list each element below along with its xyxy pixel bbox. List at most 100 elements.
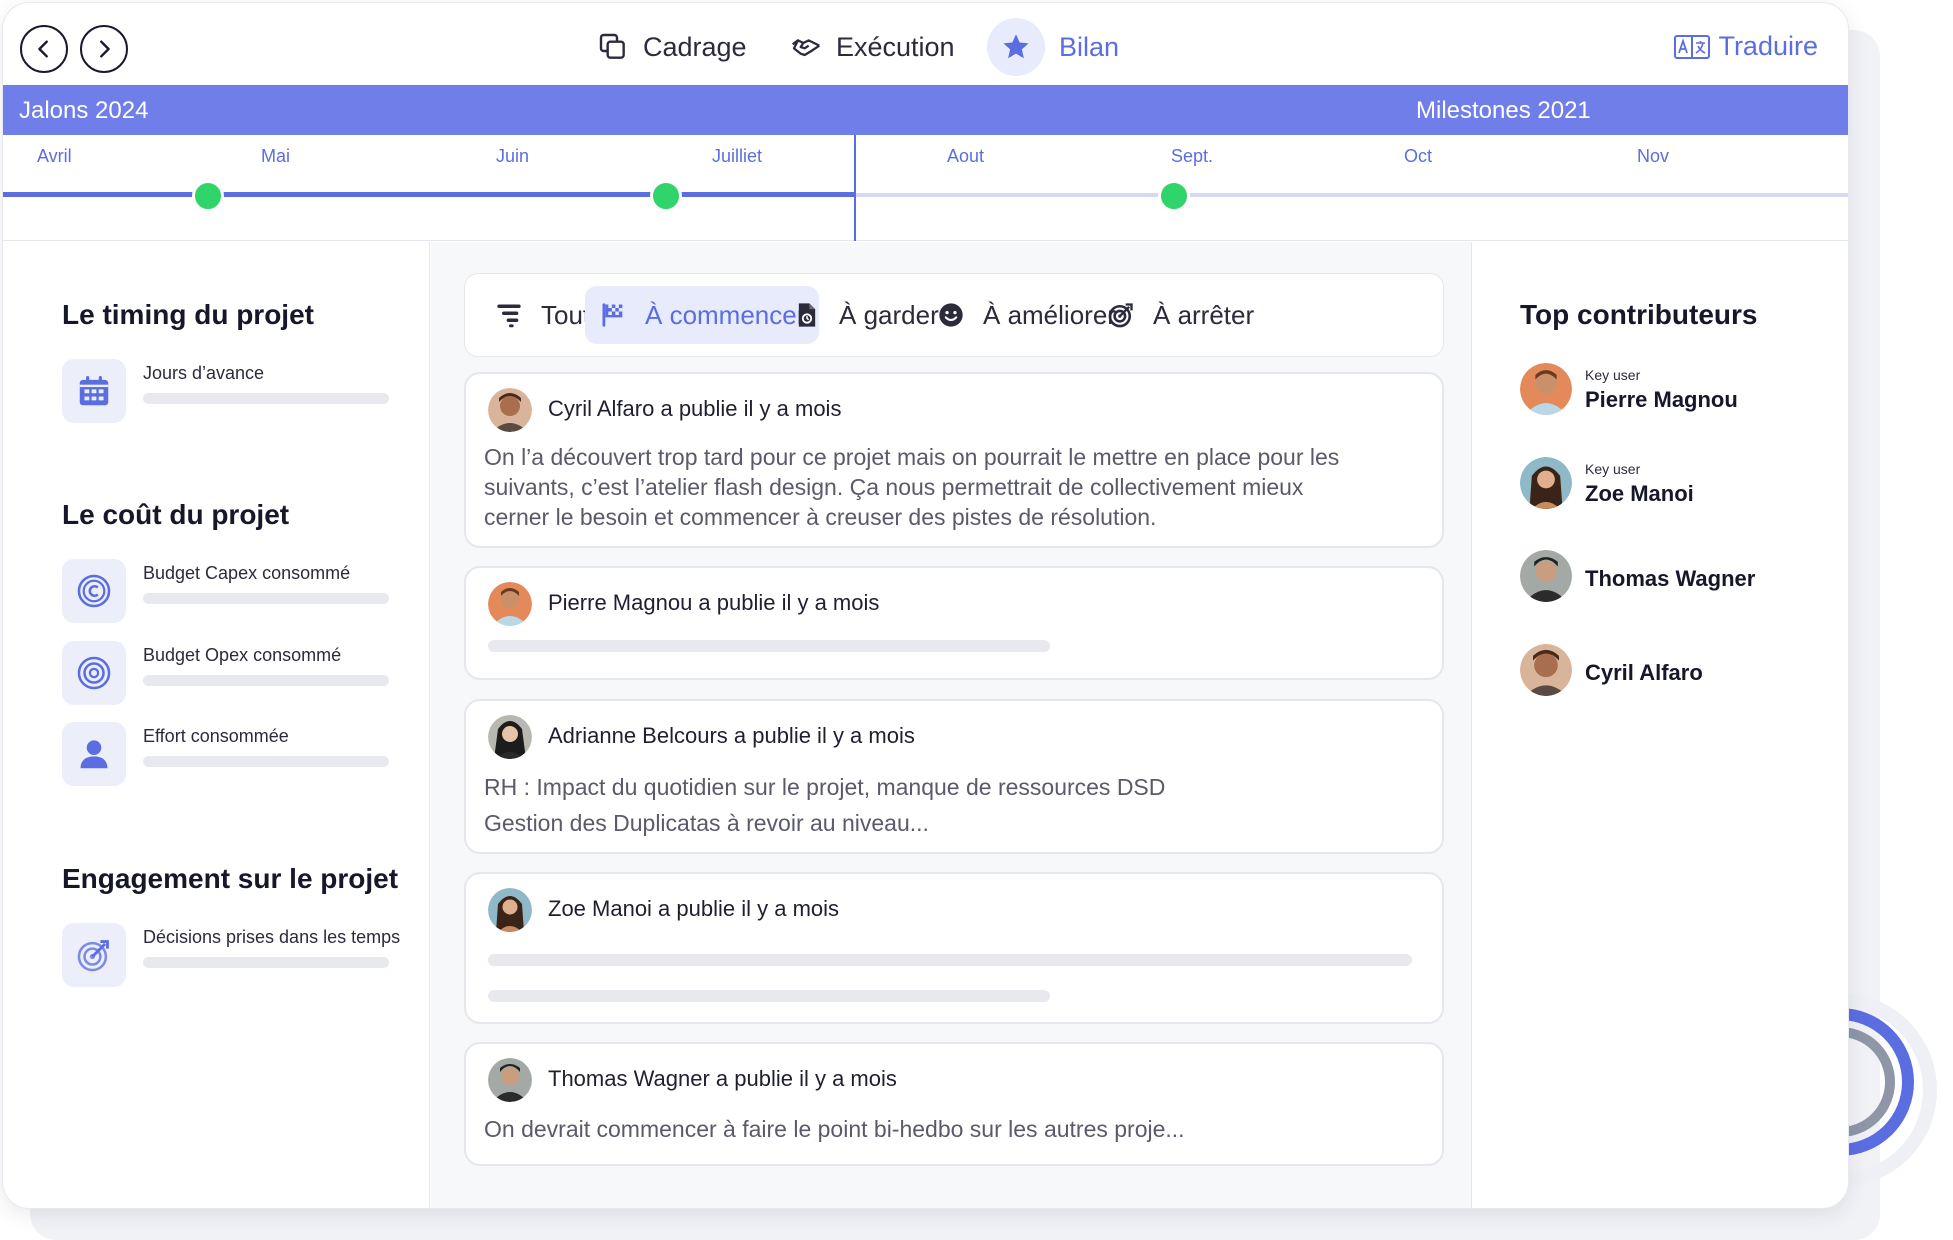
filter-tab-label: À arrêter xyxy=(1153,299,1255,330)
stage-tab-execution[interactable]: Exécution xyxy=(790,17,955,77)
avatar xyxy=(488,582,532,626)
metric-placeholder-bar xyxy=(143,756,389,767)
coin-icon xyxy=(62,559,126,623)
post-author: Adrianne Belcours a publie il y a mois xyxy=(548,723,915,748)
contributor-item[interactable]: Thomas Wagner xyxy=(1520,550,1840,606)
avatar xyxy=(1520,550,1572,602)
coins-stack-icon xyxy=(62,641,126,705)
feed-post[interactable]: Cyril Alfaro a publie il y a mois On l’a… xyxy=(464,372,1444,548)
contributor-role: Key user xyxy=(1585,461,1641,477)
timeline-progress-track xyxy=(3,192,855,197)
post-text-line: On devrait commencer à faire le point bi… xyxy=(484,1116,1185,1142)
translate-label: Traduire xyxy=(1718,31,1818,61)
timing-title: Le timing du projet xyxy=(62,299,314,330)
metric-budget-capex: Budget Capex consommé xyxy=(62,559,422,625)
contributor-name: Pierre Magnou xyxy=(1585,387,1738,412)
post-placeholder-line xyxy=(488,954,1412,966)
metric-label: Effort consommée xyxy=(143,726,289,746)
chevron-right-icon xyxy=(100,40,110,58)
contributor-item[interactable]: Key user Pierre Magnou xyxy=(1520,363,1840,419)
top-bar: Cadrage Exécution Bilan Traduire xyxy=(3,3,1848,85)
milestone-dot[interactable] xyxy=(192,180,224,212)
contributors-title: Top contributeurs xyxy=(1520,299,1758,330)
feed-post[interactable]: Thomas Wagner a publie il y a mois On de… xyxy=(464,1042,1444,1166)
post-author: Cyril Alfaro a publie il y a mois xyxy=(548,396,842,421)
timeline-month: Nov xyxy=(1637,146,1670,166)
target-icon xyxy=(1108,303,1133,328)
copy-icon xyxy=(599,33,625,59)
feed-post[interactable]: Adrianne Belcours a publie il y a mois R… xyxy=(464,699,1444,854)
post-text-line: On l’a découvert trop tard pour ce proje… xyxy=(484,444,1340,470)
timeline-remaining-track xyxy=(855,193,1848,197)
engagement-title: Engagement sur le projet xyxy=(62,863,399,894)
post-author: Pierre Magnou a publie il y a mois xyxy=(548,590,880,615)
milestones-right-title: Milestones 2021 xyxy=(1416,97,1591,124)
chevron-left-icon xyxy=(38,40,48,58)
feedback-feed: Tout À commencer À garder À améliorer À … xyxy=(431,242,1471,1208)
metric-placeholder-bar xyxy=(143,957,389,968)
metric-label: Jours d’avance xyxy=(143,363,265,383)
metric-label: Décisions prises dans les temps xyxy=(143,927,401,947)
contributor-item[interactable]: Cyril Alfaro xyxy=(1520,644,1840,700)
filter-tab-label: Tout xyxy=(541,299,591,330)
translate-icon xyxy=(1674,34,1711,59)
post-text-line: cerner le besoin et commencer à creuser … xyxy=(484,504,1157,530)
stage-label: Exécution xyxy=(836,31,955,62)
metric-budget-opex: Budget Opex consommé xyxy=(62,641,422,707)
post-body: On devrait commencer à faire le point bi… xyxy=(484,1114,1424,1144)
filter-icon xyxy=(497,304,521,328)
back-button[interactable] xyxy=(20,25,68,73)
timeline: Avril Mai Juin Juilliet Aout Sept. Oct N… xyxy=(3,135,1848,241)
avatar xyxy=(488,388,532,432)
app-window: Cadrage Exécution Bilan Traduire Jalons … xyxy=(3,3,1848,1208)
forward-button[interactable] xyxy=(80,25,128,73)
feed-post[interactable]: Pierre Magnou a publie il y a mois xyxy=(464,566,1444,680)
stage-label: Bilan xyxy=(1059,31,1120,62)
milestone-dot[interactable] xyxy=(650,180,682,212)
metric-effort: Effort consommée xyxy=(62,722,422,788)
cost-title: Le coût du projet xyxy=(62,499,290,530)
avatar xyxy=(488,715,532,759)
post-author: Thomas Wagner a publie il y a mois xyxy=(548,1066,897,1091)
milestone-dot[interactable] xyxy=(1158,180,1190,212)
post-text-line: suivants, c’est l’atelier flash design. … xyxy=(484,474,1304,500)
post-body: On l’a découvert trop tard pour ce proje… xyxy=(484,442,1424,532)
post-body: RH : Impact du quotidien sur le projet, … xyxy=(484,769,1424,841)
star-icon xyxy=(987,18,1045,76)
avatar xyxy=(488,1058,532,1102)
user-icon xyxy=(62,722,126,786)
metric-label: Budget Capex consommé xyxy=(143,563,351,583)
handshake-icon xyxy=(791,39,820,57)
calendar-icon xyxy=(62,359,126,423)
contributor-name: Cyril Alfaro xyxy=(1585,660,1703,685)
smiley-icon xyxy=(939,303,963,327)
avatar xyxy=(1520,363,1572,415)
translate-button[interactable]: Traduire xyxy=(1674,31,1818,62)
filter-tabs: Tout À commencer À garder À améliorer À … xyxy=(464,273,1444,357)
timeline-month: Mai xyxy=(261,146,291,166)
post-placeholder-line xyxy=(488,990,1050,1002)
timeline-month: Sept. xyxy=(1171,146,1214,166)
filter-tab-a-arreter[interactable]: À arrêter xyxy=(1093,286,1268,344)
metric-jours-avance: Jours d’avance xyxy=(62,359,422,425)
post-author: Zoe Manoi a publie il y a mois xyxy=(548,896,840,921)
timeline-current-marker xyxy=(854,135,856,241)
milestones-left-title: Jalons 2024 xyxy=(19,97,149,124)
milestones-band: Jalons 2024 Milestones 2021 xyxy=(3,85,1848,135)
stage-tab-bilan[interactable]: Bilan xyxy=(987,17,1119,77)
feed-post[interactable]: Zoe Manoi a publie il y a mois xyxy=(464,872,1444,1024)
timeline-month: Juin xyxy=(496,146,530,166)
stage-label: Cadrage xyxy=(643,31,747,62)
contributor-item[interactable]: Key user Zoe Manoi xyxy=(1520,457,1840,513)
timeline-month: Aout xyxy=(947,146,985,166)
contributor-role: Key user xyxy=(1585,367,1641,383)
post-text-line: Gestion des Duplicatas à revoir au nivea… xyxy=(484,810,929,836)
target-icon xyxy=(62,923,126,987)
avatar xyxy=(488,888,532,932)
contributor-name: Zoe Manoi xyxy=(1585,481,1694,506)
flag-icon xyxy=(602,303,623,327)
stage-tab-cadrage[interactable]: Cadrage xyxy=(597,17,747,77)
metric-placeholder-bar xyxy=(143,675,389,686)
avatar xyxy=(1520,644,1572,696)
metric-label: Budget Opex consommé xyxy=(143,645,342,665)
